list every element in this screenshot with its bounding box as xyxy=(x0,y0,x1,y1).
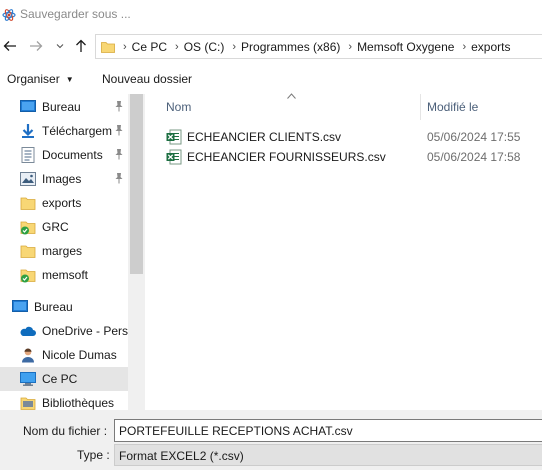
sidebar-item-grc[interactable]: GRC xyxy=(0,215,128,239)
download-icon xyxy=(22,124,34,138)
desktop-icon xyxy=(20,100,36,112)
breadcrumb-ce-pc[interactable]: Ce PC xyxy=(132,40,167,54)
sidebar-item-label: GRC xyxy=(42,220,69,234)
computer-icon xyxy=(20,372,36,386)
documents-icon xyxy=(21,147,35,163)
folder-icon xyxy=(101,41,115,53)
breadcrumb-separator: › xyxy=(123,40,127,53)
column-header-name[interactable]: Nom xyxy=(166,100,191,126)
file-row[interactable]: ECHEANCIER CLIENTS.csv 05/06/2024 17:55 xyxy=(146,126,542,148)
sidebar-item-marges[interactable]: marges xyxy=(0,239,128,263)
desktop-icon xyxy=(12,300,28,312)
sidebar-item-images[interactable]: Images xyxy=(0,167,128,191)
save-form: Nom du fichier : Type : Format EXCEL2 (*… xyxy=(0,410,542,470)
navigation-row: › Ce PC › OS (C:) › Programmes (x86) › M… xyxy=(0,30,542,62)
sidebar-item-memsoft[interactable]: memsoft xyxy=(0,263,128,287)
sidebar-item-bureau[interactable]: Bureau xyxy=(0,295,128,319)
arrow-left-icon xyxy=(3,41,16,51)
file-row[interactable]: ECHEANCIER FOURNISSEURS.csv 05/06/2024 1… xyxy=(146,146,542,168)
sidebar-item-onedrive[interactable]: OneDrive - Personnel xyxy=(0,319,128,343)
app-atom-icon xyxy=(2,9,16,21)
command-bar: Organiser ▼ Nouveau dossier xyxy=(0,62,542,94)
filename-input[interactable] xyxy=(114,419,542,442)
user-icon xyxy=(22,348,34,363)
column-header-modified[interactable]: Modifié le xyxy=(427,100,478,126)
sidebar-item-label: Bureau xyxy=(34,300,73,314)
pin-icon xyxy=(115,149,123,160)
breadcrumb-os-c[interactable]: OS (C:) xyxy=(184,40,225,54)
sidebar-item-label: Bureau xyxy=(42,100,81,114)
library-icon xyxy=(20,397,36,410)
breadcrumb-separator: › xyxy=(348,40,353,53)
breadcrumb-separator: › xyxy=(462,40,467,53)
filename-label: Nom du fichier : xyxy=(23,424,108,438)
sidebar-item-exports[interactable]: exports xyxy=(0,191,128,215)
sidebar-item-label: Documents xyxy=(42,148,103,162)
file-modified: 05/06/2024 17:55 xyxy=(427,130,521,144)
sidebar-item-label: Ce PC xyxy=(42,372,78,386)
images-icon xyxy=(20,172,36,186)
breadcrumb-separator: › xyxy=(175,40,179,53)
excel-csv-icon xyxy=(166,129,182,145)
synced-folder-icon xyxy=(20,221,36,235)
sidebar-item-documents[interactable]: Documents xyxy=(0,143,128,167)
sidebar-item-label: Téléchargements xyxy=(42,124,112,138)
up-button[interactable] xyxy=(73,38,89,54)
pin-icon xyxy=(115,101,123,112)
file-modified: 05/06/2024 17:58 xyxy=(427,150,521,164)
file-name: ECHEANCIER FOURNISSEURS.csv xyxy=(187,150,386,164)
organize-button[interactable]: Organiser ▼ xyxy=(7,72,74,86)
pin-icon xyxy=(115,173,123,184)
pin-icon xyxy=(115,125,123,136)
folder-icon xyxy=(20,197,36,210)
breadcrumb-memsoft-oxygene[interactable]: Memsoft Oxygene xyxy=(357,40,454,54)
sidebar-item-label: memsoft xyxy=(42,268,89,282)
file-name: ECHEANCIER CLIENTS.csv xyxy=(187,130,342,144)
window-title: Sauvegarder sous ... xyxy=(20,7,131,21)
file-type-select[interactable]: Format EXCEL2 (*.csv) xyxy=(114,444,542,466)
arrow-right-icon xyxy=(30,41,43,51)
folder-icon xyxy=(20,245,36,258)
new-folder-button[interactable]: Nouveau dossier xyxy=(102,72,192,86)
onedrive-icon xyxy=(20,326,36,336)
sidebar-scrollbar-thumb[interactable] xyxy=(130,94,143,274)
sidebar-item-ce-pc[interactable]: Ce PC xyxy=(0,367,128,391)
recent-locations-button[interactable] xyxy=(52,38,68,54)
breadcrumb-programmes-x86[interactable]: Programmes (x86) xyxy=(241,40,340,54)
sidebar-item-label: Images xyxy=(42,172,82,186)
caret-down-icon: ▼ xyxy=(65,75,74,84)
sidebar-item-label: Bibliothèques xyxy=(42,396,115,410)
excel-csv-icon xyxy=(166,149,182,165)
sidebar-item-bibliotheques[interactable]: Bibliothèques xyxy=(0,391,128,410)
organize-label: Organiser xyxy=(7,72,60,86)
type-label: Type : xyxy=(77,448,110,462)
chevron-down-icon xyxy=(56,44,64,49)
sidebar-item-bureau-pinned[interactable]: Bureau xyxy=(0,95,128,119)
sidebar-item-label: exports xyxy=(42,196,82,210)
breadcrumb-separator: › xyxy=(232,40,237,53)
back-button[interactable] xyxy=(2,38,18,54)
forward-button[interactable] xyxy=(28,38,44,54)
navigation-pane: Bureau Téléchargements Documents Images … xyxy=(0,94,146,410)
sort-ascending-icon xyxy=(287,93,296,99)
title-bar: Sauvegarder sous ... xyxy=(0,0,542,30)
sidebar-item-nicole-dumas[interactable]: Nicole Dumas xyxy=(0,343,128,367)
sidebar-item-label: Nicole Dumas xyxy=(42,348,117,362)
arrow-up-icon xyxy=(76,39,86,52)
sidebar-item-label: OneDrive - Personnel xyxy=(42,324,128,338)
address-bar[interactable]: › Ce PC › OS (C:) › Programmes (x86) › M… xyxy=(95,34,542,59)
synced-folder-icon xyxy=(20,269,36,283)
column-divider[interactable] xyxy=(420,94,421,120)
sidebar-item-telechargements[interactable]: Téléchargements xyxy=(0,119,128,143)
breadcrumb-exports[interactable]: exports xyxy=(471,40,510,54)
sidebar-item-label: marges xyxy=(42,244,83,258)
